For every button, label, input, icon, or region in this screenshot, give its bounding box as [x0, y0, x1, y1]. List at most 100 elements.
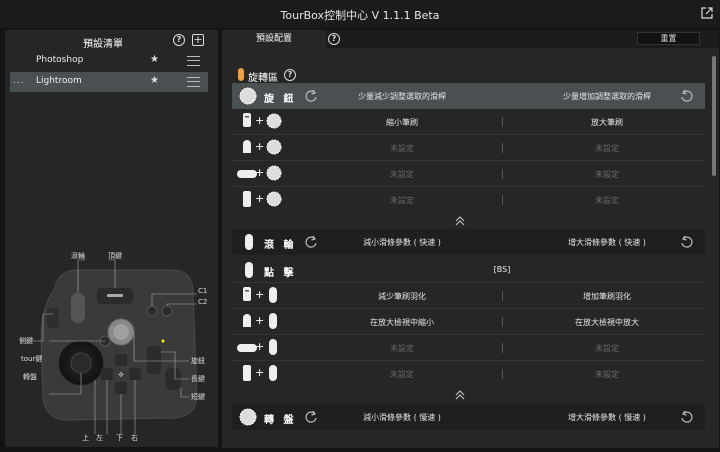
- plus-icon: +: [255, 140, 265, 153]
- preset-list-title: 預設清單: [83, 39, 123, 50]
- dial-left-action[interactable]: 減小滑條參數 ( 慢速 ): [302, 412, 502, 423]
- scroll-wheel-icon: [269, 313, 277, 329]
- preset-item-photoshop[interactable]: Photoshop ★: [10, 51, 208, 71]
- config-tab-bar: 預設配置 ? 重置: [222, 30, 719, 48]
- help-icon[interactable]: ?: [284, 69, 296, 81]
- label-short: 短鍵: [191, 393, 205, 401]
- star-icon[interactable]: ★: [150, 54, 159, 65]
- combo-left-action[interactable]: 未設定: [302, 143, 502, 154]
- combo-left-action[interactable]: 未設定: [302, 369, 502, 380]
- combo-right-action[interactable]: 未設定: [512, 343, 702, 354]
- collapse-chevron-icon[interactable]: [454, 215, 466, 227]
- row-scroll[interactable]: 滾 輪 減小滑條參數 ( 快速 ) 增大滑條參數 ( 快速 ): [232, 229, 705, 255]
- row-click[interactable]: 點 擊 [BS]: [232, 257, 705, 283]
- row-knob-combo[interactable]: + 縮小筆刷 放大筆刷: [232, 109, 705, 135]
- knob-left-action[interactable]: 少量減少調整選取的滑桿: [302, 91, 502, 102]
- section-accent: [238, 68, 244, 81]
- combo-left-action[interactable]: 減少筆刷羽化: [302, 291, 502, 302]
- top-key-icon: [243, 113, 251, 127]
- combo-right-action[interactable]: 未設定: [512, 369, 702, 380]
- combo-right-action[interactable]: 未設定: [512, 143, 702, 154]
- menu-icon[interactable]: [187, 77, 200, 87]
- row-scroll-combo[interactable]: + 未設定 未設定: [232, 361, 705, 387]
- preset-name: Photoshop: [36, 55, 84, 65]
- tourbox-device-icon: ✥: [31, 259, 198, 434]
- label-c2: C2: [198, 298, 208, 306]
- label-tour: tour鍵: [21, 355, 43, 363]
- knob-icon: [266, 165, 282, 181]
- top-key-icon: [243, 287, 251, 301]
- collapse-chevron-icon[interactable]: [454, 389, 466, 401]
- tab-preset-config[interactable]: 預設配置: [222, 30, 326, 48]
- knob-icon: [266, 139, 282, 155]
- label-rotate: 旋鈕: [191, 357, 205, 365]
- scroll-right-action[interactable]: 增大滑條參數 ( 快速 ): [512, 237, 702, 248]
- divider: [502, 169, 503, 179]
- star-icon[interactable]: ★: [150, 75, 159, 86]
- scroll-wheel-icon: [269, 339, 277, 355]
- row-knob-combo[interactable]: + 未設定 未設定: [232, 135, 705, 161]
- label-dial: 轉盤: [23, 373, 37, 381]
- preset-name: Lightroom: [36, 76, 82, 86]
- divider: [502, 317, 503, 327]
- divider: [502, 343, 503, 353]
- divider: [502, 143, 503, 153]
- long-key-icon: [243, 191, 251, 207]
- combo-left-action[interactable]: 縮小筆刷: [302, 117, 502, 128]
- preset-list-header: 預設清單 ? +: [5, 30, 218, 52]
- label-top: 頂鍵: [108, 252, 122, 260]
- combo-right-action[interactable]: 增加筆刷羽化: [512, 291, 702, 302]
- label-right: 右: [131, 434, 138, 442]
- divider: [502, 117, 503, 127]
- combo-right-action[interactable]: 未設定: [512, 195, 702, 206]
- row-knob-combo[interactable]: + 未設定 未設定: [232, 187, 705, 213]
- row-scroll-combo[interactable]: + 在放大檢視中縮小 在放大檢視中放大: [232, 309, 705, 335]
- knob-right-action[interactable]: 少量增加調整選取的滑桿: [512, 91, 702, 102]
- combo-right-action[interactable]: 在放大檢視中放大: [512, 317, 702, 328]
- help-icon[interactable]: ?: [328, 33, 340, 45]
- scroll-wheel-icon: [269, 365, 277, 381]
- click-action[interactable]: [BS]: [302, 265, 702, 274]
- combo-right-action[interactable]: 未設定: [512, 169, 702, 180]
- add-preset-icon[interactable]: +: [192, 34, 204, 46]
- window-title: TourBox控制中心 V 1.1.1 Beta: [280, 9, 440, 22]
- title-bar: TourBox控制中心 V 1.1.1 Beta: [0, 0, 720, 28]
- combo-left-action[interactable]: 在放大檢視中縮小: [302, 317, 502, 328]
- row-dial[interactable]: 轉 盤 減小滑條參數 ( 慢速 ) 增大滑條參數 ( 慢速 ): [232, 404, 705, 430]
- combo-right-action[interactable]: 放大筆刷: [512, 117, 702, 128]
- scroll-wheel-icon: [269, 287, 277, 303]
- plus-icon: +: [255, 166, 265, 179]
- menu-icon[interactable]: [187, 56, 200, 66]
- plus-icon: +: [255, 366, 265, 379]
- short-key-icon: [243, 314, 251, 327]
- row-scroll-combo[interactable]: + 減少筆刷羽化 增加筆刷羽化: [232, 283, 705, 309]
- scrollbar[interactable]: [712, 56, 716, 176]
- scroll-left-action[interactable]: 減小滑條參數 ( 快速 ): [302, 237, 502, 248]
- knob-icon: [266, 191, 282, 207]
- short-key-icon: [243, 140, 251, 153]
- row-knob-combo[interactable]: + 未設定 未設定: [232, 161, 705, 187]
- help-icon[interactable]: ?: [173, 34, 185, 46]
- row-scroll-combo[interactable]: + 未設定 未設定: [232, 335, 705, 361]
- long-key-icon: [243, 365, 251, 381]
- label-up: 上: [82, 434, 89, 442]
- row-knob[interactable]: 旋 鈕 少量減少調整選取的滑桿 少量增加調整選取的滑桿: [232, 83, 705, 109]
- dial-right-action[interactable]: 增大滑條參數 ( 慢速 ): [512, 412, 702, 423]
- label-c1: C1: [198, 287, 208, 295]
- combo-left-action[interactable]: 未設定: [302, 195, 502, 206]
- scroll-wheel-icon: [245, 262, 253, 278]
- knob-icon: [239, 87, 257, 105]
- divider: [502, 195, 503, 205]
- combo-left-action[interactable]: 未設定: [302, 169, 502, 180]
- combo-left-action[interactable]: 未設定: [302, 343, 502, 354]
- tourbox-device-diagram: ✥ 滾輪 頂鍵 C1 C2 側鍵 tour鍵 轉盤 旋鈕 長鍵 短鍵 上 左 下…: [5, 248, 218, 448]
- preset-list-panel: 預設清單 ? + Photoshop ★ ... Lightroom ★ ✥ 滾…: [5, 30, 218, 447]
- preset-item-lightroom[interactable]: ... Lightroom ★: [10, 72, 208, 92]
- reset-button[interactable]: 重置: [637, 32, 700, 45]
- section-title: 旋轉區: [248, 73, 278, 84]
- external-window-icon[interactable]: [701, 7, 713, 19]
- more-icon[interactable]: ...: [13, 76, 25, 86]
- label-side: 側鍵: [19, 337, 33, 345]
- rotate-cw-icon: [681, 235, 693, 248]
- plus-icon: +: [255, 114, 265, 127]
